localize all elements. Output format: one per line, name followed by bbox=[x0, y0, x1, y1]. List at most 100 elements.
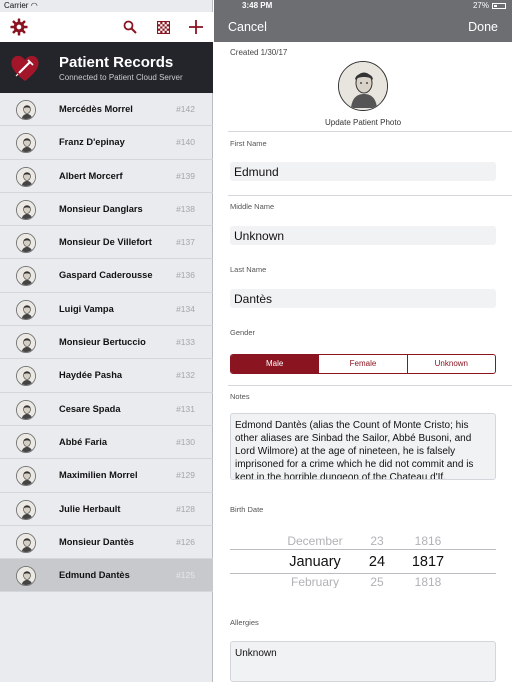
gender-unknown-segment[interactable]: Unknown bbox=[406, 355, 495, 373]
gender-male-segment[interactable]: Male bbox=[231, 355, 319, 373]
allergies-textarea[interactable]: Unknown bbox=[230, 641, 496, 682]
picker-month-next[interactable]: February bbox=[270, 575, 360, 588]
patient-name: Gaspard Caderousse bbox=[59, 270, 153, 281]
created-date: Created 1/30/17 bbox=[230, 48, 288, 57]
picker-year-prev[interactable]: 1816 bbox=[406, 534, 450, 548]
patient-avatar-icon bbox=[16, 199, 36, 220]
picker-month[interactable]: January bbox=[270, 554, 360, 570]
patient-list-panel: Patient Records Connected to Patient Clo… bbox=[0, 0, 213, 682]
status-bar: Carrier ◠ 3:48 PM 27% bbox=[0, 0, 512, 12]
patient-row[interactable]: Cesare Spada #131 bbox=[0, 393, 213, 426]
first-name-field[interactable]: Edmund bbox=[230, 162, 496, 181]
search-icon[interactable] bbox=[120, 17, 140, 37]
patient-photo[interactable] bbox=[338, 61, 388, 111]
plus-icon[interactable] bbox=[186, 17, 206, 37]
app-header: Patient Records Connected to Patient Clo… bbox=[0, 42, 213, 93]
patient-row[interactable]: Monsieur Dantès #126 bbox=[0, 526, 213, 560]
notes-textarea[interactable]: Edmond Dantès (alias the Count of Monte … bbox=[230, 413, 496, 480]
patient-id: #133 bbox=[176, 337, 195, 348]
patient-name: Edmund Dantès bbox=[59, 570, 130, 581]
wifi-icon: ◠ bbox=[30, 1, 38, 10]
app-title: Patient Records bbox=[59, 54, 174, 71]
checkerboard-icon[interactable] bbox=[153, 17, 173, 37]
cancel-button[interactable]: Cancel bbox=[228, 20, 267, 34]
patient-name: Luigi Vampa bbox=[59, 303, 114, 314]
patient-name: Franz D'epinay bbox=[59, 137, 125, 148]
done-button[interactable]: Done bbox=[468, 20, 498, 34]
patient-id: #136 bbox=[176, 270, 195, 281]
first-name-label: First Name bbox=[230, 139, 267, 148]
picker-day[interactable]: 24 bbox=[366, 554, 388, 570]
patient-row[interactable]: Maximilien Morrel #129 bbox=[0, 459, 213, 493]
patient-avatar-icon bbox=[16, 466, 36, 487]
patient-row[interactable]: Haydée Pasha #132 bbox=[0, 359, 213, 393]
patient-row[interactable]: Gaspard Caderousse #136 bbox=[0, 259, 213, 293]
picker-selection-bottom bbox=[230, 573, 496, 574]
patient-avatar-icon bbox=[16, 233, 36, 254]
gender-segmented-control: Male Female Unknown bbox=[230, 354, 496, 374]
gender-female-segment[interactable]: Female bbox=[318, 355, 406, 373]
patient-name: Monsieur Bertuccio bbox=[59, 337, 146, 348]
patient-row[interactable]: Abbé Faria #130 bbox=[0, 426, 213, 460]
battery-icon bbox=[492, 2, 506, 9]
patient-row[interactable]: Monsieur De Villefort #137 bbox=[0, 226, 213, 260]
patient-row[interactable]: Julie Herbault #128 bbox=[0, 493, 213, 526]
divider bbox=[228, 195, 512, 196]
patient-name: Abbé Faria bbox=[59, 436, 108, 447]
last-name-field[interactable]: Dantès bbox=[230, 289, 496, 308]
notes-label: Notes bbox=[230, 392, 250, 401]
patient-row[interactable]: Monsieur Danglars #138 bbox=[0, 193, 213, 227]
picker-selection-top bbox=[230, 549, 496, 550]
picker-day-next[interactable]: 25 bbox=[366, 575, 388, 588]
middle-name-field[interactable]: Unknown bbox=[230, 226, 496, 245]
patient-name: Cesare Spada bbox=[59, 403, 121, 414]
battery-status: 27% bbox=[473, 1, 506, 10]
patient-avatar-icon bbox=[16, 499, 36, 520]
patient-row[interactable]: Luigi Vampa #134 bbox=[0, 293, 213, 327]
patient-id: #140 bbox=[176, 137, 195, 148]
patient-name: Monsieur Dantès bbox=[59, 536, 134, 547]
connection-status: Connected to Patient Cloud Server bbox=[59, 73, 183, 82]
patient-row[interactable]: Monsieur Bertuccio #133 bbox=[0, 326, 213, 360]
update-photo-label[interactable]: Update Patient Photo bbox=[214, 118, 512, 127]
patient-id: #125 bbox=[176, 570, 195, 581]
patient-id: #128 bbox=[176, 503, 195, 514]
divider bbox=[228, 385, 512, 386]
picker-day-prev[interactable]: 23 bbox=[366, 534, 388, 548]
patient-id: #139 bbox=[176, 170, 195, 181]
divider bbox=[228, 131, 512, 132]
patient-row[interactable]: Mercédès Morrel #142 bbox=[0, 93, 213, 127]
patient-id: #131 bbox=[176, 403, 195, 414]
patient-avatar-icon bbox=[16, 399, 36, 420]
patient-name: Julie Herbault bbox=[59, 503, 121, 514]
patient-id: #134 bbox=[176, 303, 195, 314]
middle-name-label: Middle Name bbox=[230, 202, 275, 211]
carrier-label: Carrier ◠ bbox=[4, 1, 38, 10]
patient-avatar-icon bbox=[16, 166, 36, 187]
portrait-icon bbox=[339, 62, 387, 110]
allergies-label: Allergies bbox=[230, 618, 259, 627]
patient-avatar-icon bbox=[16, 566, 36, 587]
patient-row[interactable]: Albert Morcerf #139 bbox=[0, 160, 213, 193]
patient-name: Albert Morcerf bbox=[59, 170, 123, 181]
patient-avatar-icon bbox=[16, 133, 36, 154]
patient-name: Monsieur Danglars bbox=[59, 203, 143, 214]
patient-avatar-icon bbox=[16, 299, 36, 320]
birth-date-picker[interactable]: December 23 1816 January 24 1817 Februar… bbox=[230, 530, 496, 588]
patient-row[interactable]: Franz D'epinay #140 bbox=[0, 126, 213, 160]
patient-id: #137 bbox=[176, 237, 195, 248]
patient-name: Mercédès Morrel bbox=[59, 104, 133, 114]
patient-avatar-icon bbox=[16, 432, 36, 453]
patient-id: #132 bbox=[176, 370, 195, 381]
patient-avatar-icon bbox=[16, 366, 36, 387]
picker-year[interactable]: 1817 bbox=[406, 554, 450, 570]
picker-month-prev[interactable]: December bbox=[270, 534, 360, 548]
patient-id: #126 bbox=[176, 536, 195, 547]
picker-year-next[interactable]: 1818 bbox=[406, 575, 450, 588]
patient-list: Mercédès Morrel #142 Franz D'epinay #140 Alb… bbox=[0, 93, 213, 593]
patient-avatar-icon bbox=[16, 100, 36, 120]
patient-name: Maximilien Morrel bbox=[59, 470, 138, 481]
patient-row[interactable]: Edmund Dantès #125 bbox=[0, 559, 213, 593]
gear-icon[interactable] bbox=[9, 17, 29, 37]
gender-label: Gender bbox=[230, 328, 256, 337]
